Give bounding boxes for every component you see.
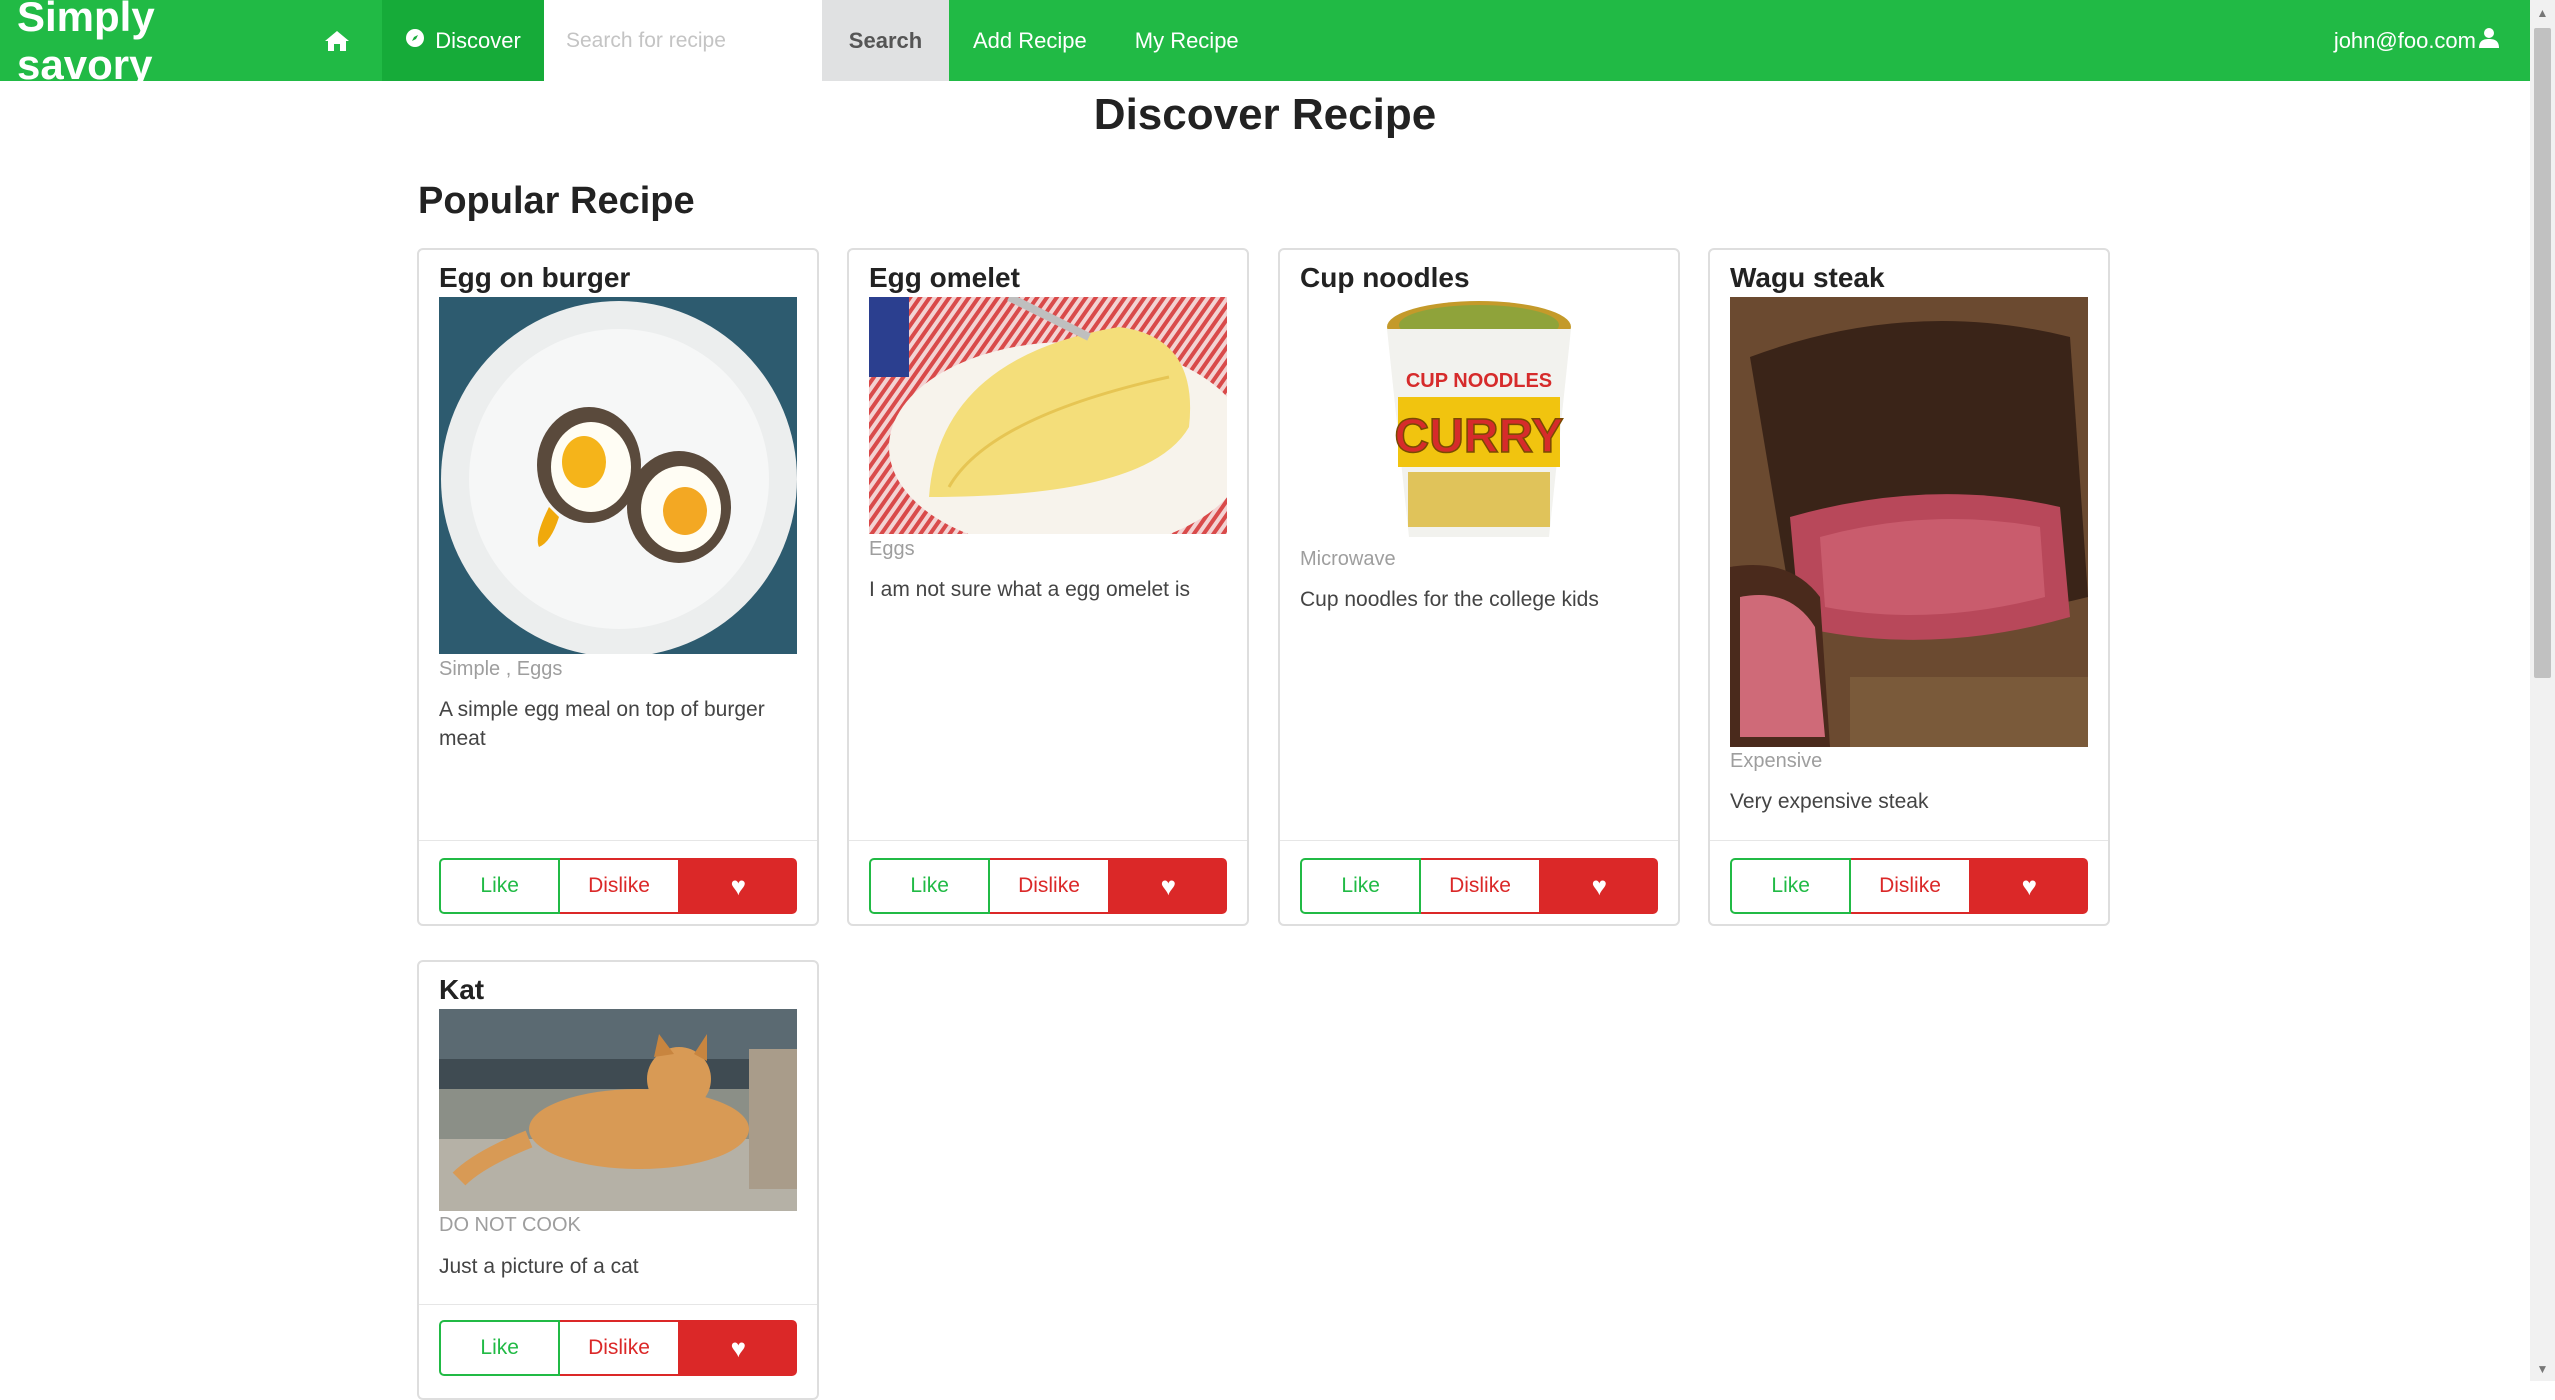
cup-label-top: CUP NOODLES <box>1406 370 1552 392</box>
cup-noodles-image: CUP NOODLES CURRY <box>1300 297 1658 547</box>
egg-burger-image <box>439 297 797 654</box>
dislike-button[interactable]: Dislike <box>560 858 680 914</box>
recipe-title: Egg omelet <box>869 262 1020 293</box>
recipe-card: Egg on burger Simple , Eggs A simple egg… <box>417 248 819 926</box>
scroll-thumb[interactable] <box>2534 28 2551 678</box>
card-divider <box>419 840 817 841</box>
search-button[interactable]: Search <box>822 0 949 81</box>
recipe-description: Cup noodles for the college kids <box>1300 588 1599 611</box>
scroll-down-arrow-icon[interactable]: ▼ <box>2530 1356 2555 1381</box>
card-divider <box>1710 840 2108 841</box>
add-recipe-link[interactable]: Add Recipe <box>949 0 1111 81</box>
dislike-button[interactable]: Dislike <box>1851 858 1971 914</box>
brand-logo[interactable]: Simply savory <box>0 0 292 88</box>
my-recipe-link[interactable]: My Recipe <box>1111 0 1263 81</box>
recipe-description: Very expensive steak <box>1730 790 1929 813</box>
recipe-card: Egg omelet Eggs I am not sure what a egg… <box>847 248 1249 926</box>
dislike-button[interactable]: Dislike <box>1421 858 1541 914</box>
recipe-description: Just a picture of a cat <box>439 1255 639 1278</box>
recipe-card: Wagu steak Expensive Very expensive stea… <box>1708 248 2110 926</box>
user-icon <box>2478 27 2500 55</box>
reaction-buttons: Like Dislike ♥ <box>1730 858 2088 914</box>
page-title: Discover Recipe <box>1093 90 1437 139</box>
discover-link[interactable]: Discover <box>382 0 544 81</box>
recipe-description: I am not sure what a egg omelet is <box>869 578 1190 601</box>
heart-icon: ♥ <box>2021 870 2038 901</box>
reaction-buttons: Like Dislike ♥ <box>1300 858 1658 914</box>
home-icon <box>325 30 349 51</box>
cup-label-main: CURRY <box>1395 410 1564 463</box>
recipe-tags: Simple , Eggs <box>439 658 563 680</box>
recipe-title: Wagu steak <box>1730 262 1885 293</box>
discover-label: Discover <box>435 27 521 53</box>
heart-icon: ♥ <box>1160 870 1177 901</box>
recipe-description: A simple egg meal on top of burger meat <box>439 698 765 750</box>
page-scrollbar[interactable]: ▲ ▼ <box>2530 0 2555 1381</box>
card-divider <box>419 1304 817 1305</box>
like-button[interactable]: Like <box>1730 858 1852 914</box>
cat-image <box>439 1009 797 1211</box>
top-navbar: Simply savory Discover Search Add Recipe… <box>0 0 2530 88</box>
recipe-tags: Eggs <box>869 538 915 560</box>
recipe-tags: DO NOT COOK <box>439 1214 581 1236</box>
like-button[interactable]: Like <box>1300 858 1422 914</box>
card-divider <box>849 840 1247 841</box>
recipe-tags: Microwave <box>1300 548 1396 570</box>
recipe-title: Cup noodles <box>1300 262 1470 293</box>
user-email: john@foo.com <box>2333 27 2476 53</box>
compass-icon <box>405 28 425 54</box>
user-menu[interactable]: john@foo.com <box>2334 0 2530 81</box>
reaction-buttons: Like Dislike ♥ <box>869 858 1227 914</box>
like-button[interactable]: Like <box>439 858 561 914</box>
favorite-button[interactable]: ♥ <box>1540 858 1658 914</box>
recipe-title: Kat <box>439 974 485 1005</box>
steak-image <box>1730 297 2088 747</box>
favorite-button[interactable]: ♥ <box>1109 858 1227 914</box>
recipe-card: Cup noodles CUP NOODLES CURRY Microwave … <box>1278 248 1680 926</box>
heart-icon: ♥ <box>730 870 747 901</box>
card-divider <box>1280 840 1678 841</box>
recipe-card: Kat DO NOT COOK Just a picture of a cat … <box>417 960 819 1400</box>
section-title: Popular Recipe <box>418 180 695 222</box>
heart-icon: ♥ <box>1591 870 1608 901</box>
dislike-button[interactable]: Dislike <box>560 1320 680 1376</box>
navbar-spacer <box>1263 0 2334 81</box>
reaction-buttons: Like Dislike ♥ <box>439 1320 797 1376</box>
home-link[interactable] <box>292 0 382 81</box>
recipe-title: Egg on burger <box>439 262 631 293</box>
heart-icon: ♥ <box>730 1332 747 1363</box>
recipe-tags: Expensive <box>1730 750 1823 772</box>
search-input[interactable] <box>544 0 822 81</box>
favorite-button[interactable]: ♥ <box>679 858 797 914</box>
reaction-buttons: Like Dislike ♥ <box>439 858 797 914</box>
favorite-button[interactable]: ♥ <box>679 1320 797 1376</box>
like-button[interactable]: Like <box>869 858 991 914</box>
favorite-button[interactable]: ♥ <box>1970 858 2088 914</box>
scroll-up-arrow-icon[interactable]: ▲ <box>2530 0 2555 25</box>
omelet-image <box>869 297 1227 534</box>
like-button[interactable]: Like <box>439 1320 561 1376</box>
dislike-button[interactable]: Dislike <box>990 858 1110 914</box>
